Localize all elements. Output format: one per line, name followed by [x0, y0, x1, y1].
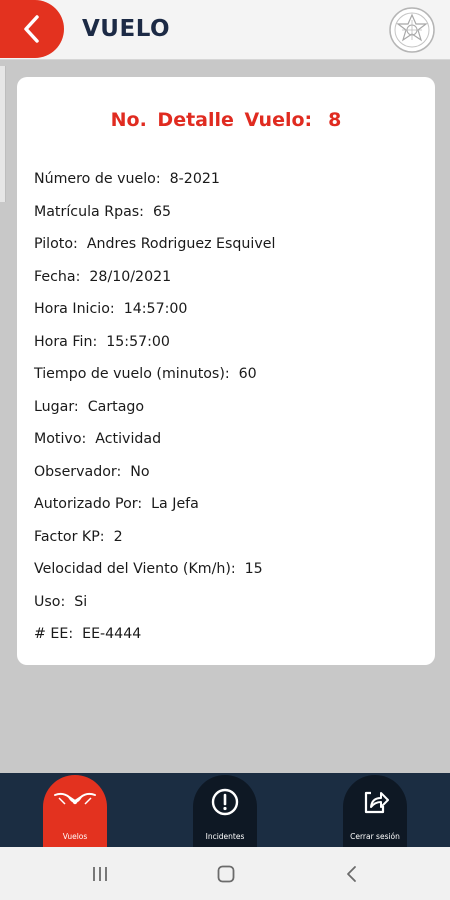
recent-apps-icon	[93, 867, 107, 881]
card-title: No. Detalle Vuelo: 8	[17, 109, 435, 131]
nav-incidentes[interactable]: Incidentes	[193, 775, 257, 847]
field-row: Fecha: 28/10/2021	[34, 267, 424, 300]
field-value: 60	[238, 366, 257, 382]
field-value: Cartago	[87, 398, 145, 415]
field-row: Matrícula Rpas: 65	[34, 202, 424, 235]
field-row: Piloto: Andres Rodriguez Esquivel	[34, 234, 424, 267]
field-value: 8-2021	[169, 171, 220, 187]
field-label: Autorizado Por:	[34, 496, 143, 512]
field-value: 15	[244, 561, 263, 577]
field-value: Si	[74, 593, 88, 610]
back-button[interactable]	[0, 0, 64, 58]
chevron-left-icon	[24, 15, 39, 43]
field-list: Número de vuelo: 8-2021 Matrícula Rpas: 65 P…	[34, 169, 424, 657]
field-row: Motivo: Actividad	[34, 429, 424, 462]
field-label: # EE:	[34, 626, 74, 642]
field-value: 15:57:00	[106, 333, 170, 350]
nav-label-cerrar-sesion: Cerrar sesión	[350, 832, 400, 841]
field-label: Tiempo de vuelo (minutos):	[34, 366, 230, 382]
flight-detail-card: No. Detalle Vuelo: 8 Número de vuelo: 8-20…	[17, 77, 435, 665]
share-exit-icon	[364, 791, 389, 814]
field-row: Uso: Si	[34, 592, 424, 625]
page-title: VUELO	[82, 16, 171, 42]
field-value: 14:57:00	[123, 301, 188, 317]
recent-apps-button[interactable]	[88, 863, 112, 885]
drone-icon	[54, 792, 96, 805]
nav-label-vuelos: Vuelos	[62, 832, 88, 841]
scroll-indicator	[0, 66, 6, 202]
field-value: 2	[113, 528, 123, 545]
field-label: Lugar:	[34, 398, 79, 415]
field-label: Factor KP:	[34, 528, 105, 545]
field-row: Hora Inicio: 14:57:00	[34, 299, 424, 332]
home-icon	[217, 865, 235, 883]
field-row: Velocidad del Viento (Km/h): 15	[34, 559, 424, 592]
field-label: Hora Inicio:	[34, 301, 115, 317]
alert-circle-icon	[211, 788, 239, 816]
field-row: Tiempo de vuelo (minutos): 60	[34, 364, 424, 397]
home-button[interactable]	[214, 863, 238, 885]
field-value: La Jefa	[151, 496, 199, 512]
field-label: Motivo:	[34, 431, 87, 447]
field-label: Fecha:	[34, 268, 81, 285]
field-row: # EE: EE-4444	[34, 624, 424, 657]
field-row: Factor KP: 2	[34, 527, 424, 560]
bottom-nav: Vuelos Incidentes Cerrar sesión	[0, 773, 450, 847]
field-row: Hora Fin: 15:57:00	[34, 332, 424, 365]
app-header: VUELO	[0, 0, 450, 60]
fire-department-logo	[389, 7, 435, 53]
field-label: Hora Fin:	[34, 333, 98, 350]
field-row: Lugar: Cartago	[34, 397, 424, 430]
field-label: Piloto:	[34, 236, 78, 252]
field-value: Actividad	[95, 431, 162, 447]
system-nav-bar	[0, 847, 450, 900]
field-value: Andres Rodriguez Esquivel	[86, 236, 276, 252]
field-value: EE-4444	[82, 626, 142, 642]
field-label: Uso:	[34, 593, 66, 610]
card-title-number: 8	[328, 109, 342, 131]
field-row: Autorizado Por: La Jefa	[34, 494, 424, 527]
card-title-label: No. Detalle Vuelo:	[110, 109, 313, 131]
back-arrow-icon	[347, 866, 356, 882]
nav-label-incidentes: Incidentes	[205, 832, 245, 841]
field-label: Observador:	[34, 463, 122, 480]
nav-cerrar-sesion[interactable]: Cerrar sesión	[343, 775, 407, 847]
system-back-button[interactable]	[340, 863, 364, 885]
field-label: Matrícula Rpas:	[34, 203, 144, 220]
field-value: 65	[152, 203, 172, 220]
field-value: No	[130, 463, 150, 480]
field-value: 28/10/2021	[89, 268, 172, 285]
nav-vuelos[interactable]: Vuelos	[43, 775, 107, 847]
field-label: Número de vuelo:	[34, 171, 161, 187]
field-row: Observador: No	[34, 462, 424, 495]
field-row: Número de vuelo: 8-2021	[34, 169, 424, 202]
field-label: Velocidad del Viento (Km/h):	[34, 561, 236, 577]
